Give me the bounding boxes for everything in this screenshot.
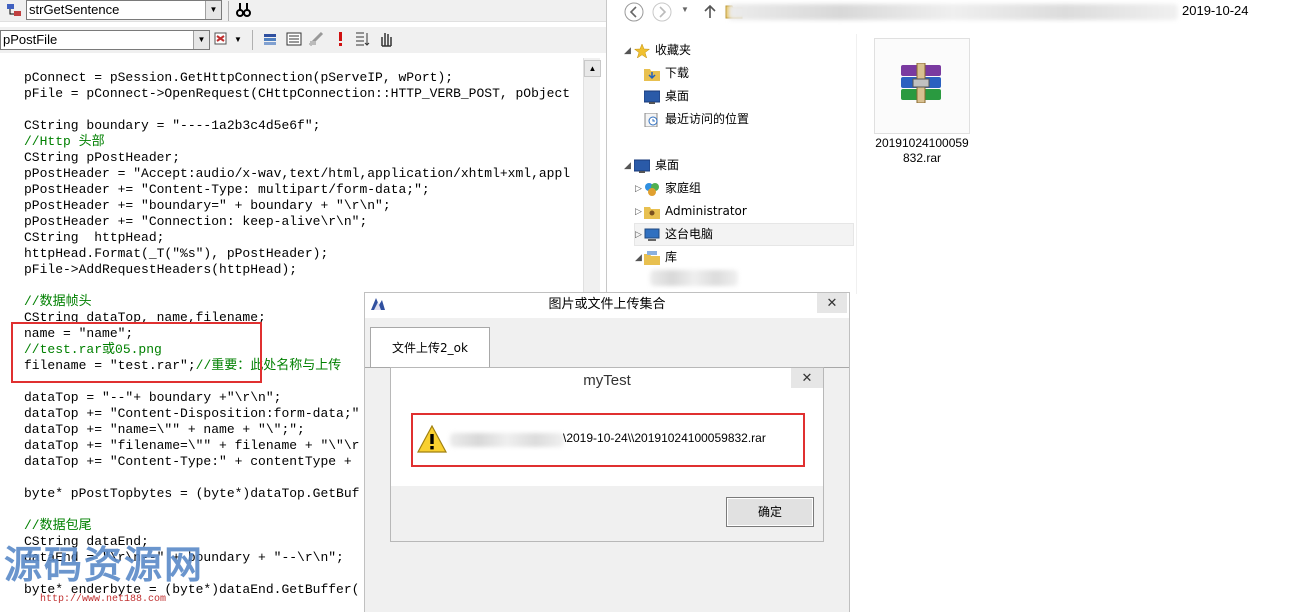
library-icon bbox=[644, 250, 660, 265]
toolbar-separator bbox=[228, 1, 229, 21]
build-all-icon[interactable] bbox=[284, 30, 304, 50]
expand-triangle-icon[interactable]: ◢ bbox=[624, 154, 631, 176]
function-combo[interactable]: strGetSentence ▼ bbox=[26, 0, 222, 20]
recent-locations-icon[interactable]: ▼ bbox=[681, 5, 689, 14]
star-icon bbox=[633, 42, 651, 59]
dialog-title: 图片或文件上传集合 bbox=[548, 297, 666, 312]
message-box-title: myTest bbox=[583, 372, 631, 389]
computer-icon bbox=[644, 227, 660, 241]
back-button[interactable] bbox=[623, 1, 645, 23]
nav-item-homegroup[interactable]: 家庭组 bbox=[644, 177, 701, 199]
code-line: CString httpHead; bbox=[24, 230, 165, 245]
toolbar-separator bbox=[252, 30, 253, 50]
scroll-up-icon[interactable]: ▲ bbox=[584, 60, 601, 77]
code-line: byte* pPostTopbytes = (byte*)dataTop.Get… bbox=[24, 486, 360, 501]
breadcrumb-date[interactable]: 2019-10-24 bbox=[1182, 2, 1249, 20]
code-line: pFile = pConnect->OpenRequest(CHttpConne… bbox=[24, 86, 571, 101]
desktop-icon bbox=[643, 89, 661, 104]
find-symbol-icon[interactable] bbox=[233, 1, 253, 21]
nav-item-favorites[interactable]: 收藏夹 bbox=[633, 39, 691, 61]
nav-item-libraries[interactable]: 库 bbox=[644, 246, 677, 268]
watermark-url: http://www.net188.com bbox=[40, 594, 167, 605]
chevron-down-icon[interactable]: ▼ bbox=[205, 1, 221, 19]
desktop-icon bbox=[633, 158, 651, 173]
code-line: dataTop += "name=\"" + name + "\";"; bbox=[24, 422, 305, 437]
forward-button[interactable] bbox=[651, 1, 673, 23]
member-combo[interactable]: pPostFile ▼ bbox=[0, 30, 210, 50]
nav-item-desktop-fav[interactable]: 桌面 bbox=[643, 85, 689, 107]
message-highlight-box bbox=[411, 413, 805, 467]
ok-button[interactable]: 确定 bbox=[726, 497, 814, 527]
member-toolbar: pPostFile ▼ ▼ bbox=[0, 27, 606, 53]
code-line: pPostHeader = "Accept:audio/x-wav,text/h… bbox=[24, 166, 571, 181]
code-line: CString pPostHeader; bbox=[24, 150, 181, 165]
code-line: dataTop += "Content-Disposition:form-dat… bbox=[24, 406, 360, 421]
code-line: pPostHeader += "boundary=" + boundary + … bbox=[24, 198, 391, 213]
code-line: //数据帧头 bbox=[24, 294, 92, 309]
code-line: //数据包尾 bbox=[24, 518, 92, 533]
chevron-down-icon[interactable]: ▼ bbox=[193, 31, 209, 49]
nav-item-desktop[interactable]: 桌面 bbox=[633, 154, 679, 176]
download-folder-icon bbox=[644, 66, 660, 81]
breadcrumb-path[interactable] bbox=[728, 4, 1178, 20]
nav-item-recent[interactable]: 最近访问的位置 bbox=[644, 108, 749, 130]
collapse-triangle-icon[interactable]: ▷ bbox=[635, 223, 642, 245]
watermark-text: 源码资源网 bbox=[4, 543, 205, 587]
code-line: pPostHeader += "Connection: keep-alive\r… bbox=[24, 214, 368, 229]
homegroup-icon bbox=[644, 181, 660, 196]
collapse-triangle-icon[interactable]: ▷ bbox=[635, 177, 642, 199]
nav-item-downloads[interactable]: 下载 bbox=[644, 62, 689, 84]
nav-item-this-pc[interactable]: 这台电脑 bbox=[644, 223, 713, 245]
file-item[interactable] bbox=[874, 38, 970, 134]
class-toolbar: strGetSentence ▼ bbox=[0, 0, 606, 22]
code-line: pConnect = pSession.GetHttpConnection(pS… bbox=[24, 70, 454, 85]
code-line: dataTop = "--"+ boundary +"\r\n"; bbox=[24, 390, 282, 405]
code-line: httpHead.Format(_T("%s"), pPostHeader); bbox=[24, 246, 329, 261]
nav-item-administrator[interactable]: Administrator bbox=[644, 200, 747, 222]
winrar-archive-icon bbox=[899, 62, 947, 108]
nav-item-library-child[interactable] bbox=[650, 270, 738, 286]
dialog-close-button[interactable]: ✕ bbox=[817, 293, 847, 313]
class-view-icon[interactable] bbox=[4, 1, 24, 21]
code-line: //Http 头部 bbox=[24, 134, 105, 149]
code-highlight-box bbox=[11, 322, 262, 383]
execute-icon[interactable] bbox=[330, 30, 350, 50]
code-line: dataTop += "Content-Type:" + contentType… bbox=[24, 454, 352, 469]
expand-triangle-icon[interactable]: ◢ bbox=[624, 39, 631, 61]
function-combo-value: strGetSentence bbox=[29, 2, 120, 17]
code-line: CString boundary = "----1a2b3c4d5e6f"; bbox=[24, 118, 321, 133]
filter-icon[interactable] bbox=[212, 30, 232, 50]
recent-places-icon bbox=[644, 112, 660, 127]
member-combo-value: pPostFile bbox=[3, 32, 58, 47]
tab-file-upload[interactable]: 文件上传2_ok bbox=[370, 327, 490, 367]
chevron-down-icon[interactable]: ▼ bbox=[234, 35, 242, 44]
up-button[interactable] bbox=[699, 1, 721, 23]
debug-icon[interactable] bbox=[352, 30, 372, 50]
pane-splitter[interactable] bbox=[856, 34, 857, 294]
hand-icon[interactable] bbox=[376, 30, 396, 50]
code-line: dataTop += "filename=\"" + filename + "\… bbox=[24, 438, 360, 453]
expand-triangle-icon[interactable]: ◢ bbox=[635, 246, 642, 268]
file-name[interactable]: 20191024100059832.rar bbox=[872, 136, 972, 166]
message-box-close-button[interactable]: ✕ bbox=[791, 368, 823, 388]
code-line: pFile->AddRequestHeaders(httpHead); bbox=[24, 262, 298, 277]
collapse-triangle-icon[interactable]: ▷ bbox=[635, 200, 642, 222]
code-line: pPostHeader += "Content-Type: multipart/… bbox=[24, 182, 430, 197]
build-icon[interactable] bbox=[260, 30, 280, 50]
stop-build-icon[interactable] bbox=[306, 30, 326, 50]
user-folder-icon bbox=[644, 204, 660, 219]
